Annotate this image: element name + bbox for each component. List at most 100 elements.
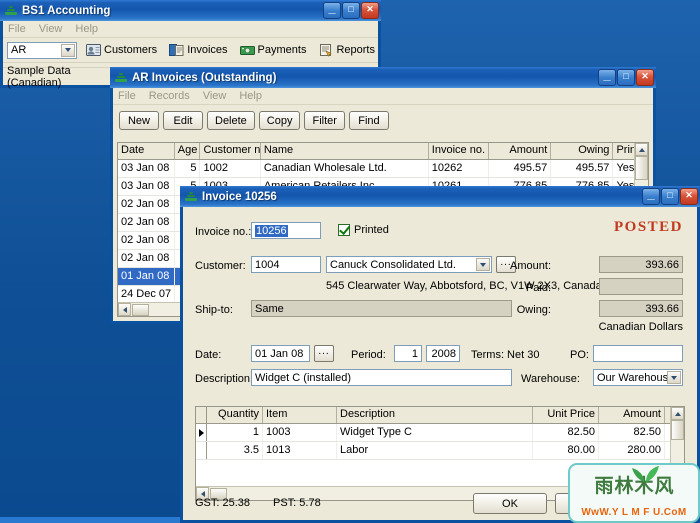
toolbar-reports-button[interactable]: Reports <box>315 42 378 58</box>
cell-item: 1003 <box>263 424 337 441</box>
row-marker[interactable] <box>196 442 207 459</box>
description-label: Description: <box>195 373 254 385</box>
scroll-up-icon[interactable] <box>635 143 648 156</box>
cell-date: 02 Jan 08 <box>118 196 175 213</box>
maximize-button[interactable]: □ <box>617 69 635 86</box>
table-row[interactable]: 03 Jan 08 5 1002 Canadian Wholesale Ltd. 102… <box>118 160 648 178</box>
edit-button[interactable]: Edit <box>163 111 203 130</box>
menu-records[interactable]: Records <box>149 90 190 102</box>
date-label: Date: <box>195 349 222 361</box>
ar-window-controls: _ □ ✕ <box>598 68 654 86</box>
cell-quantity: 1 <box>207 424 263 441</box>
close-icon[interactable]: ✕ <box>361 2 379 19</box>
ar-action-toolbar: New Edit Delete Copy Filter Find <box>113 105 653 133</box>
scroll-left-icon[interactable] <box>118 303 131 316</box>
cell-description: Labor <box>337 442 533 459</box>
delete-button[interactable]: Delete <box>207 111 255 130</box>
toolbar-invoices-label: Invoices <box>187 44 228 56</box>
maximize-button[interactable]: □ <box>661 188 679 205</box>
menu-help[interactable]: Help <box>75 23 98 35</box>
period-number-input[interactable]: 1 <box>394 345 422 362</box>
find-button[interactable]: Find <box>348 111 389 130</box>
cell-date: 24 Dec 07 <box>118 286 175 303</box>
paid-value <box>599 278 683 295</box>
minimize-button[interactable]: _ <box>642 187 660 205</box>
toolbar-customers-label: Customers <box>104 44 158 56</box>
watermark-url: WwW.Y L M F U.CoM <box>581 507 687 518</box>
bs1-window-title: BS1 Accounting <box>22 4 111 17</box>
module-select[interactable]: AR <box>7 41 77 59</box>
toolbar-payments-button[interactable]: Payments <box>237 42 310 58</box>
invoice-titlebar[interactable]: Invoice 10256 _ □ ✕ <box>180 186 700 207</box>
maximize-button[interactable]: □ <box>342 2 360 19</box>
cell-date: 02 Jan 08 <box>118 232 175 249</box>
invoice-no-value: 10256 <box>255 225 288 237</box>
period-year-input[interactable]: 2008 <box>426 345 460 362</box>
ar-titlebar[interactable]: AR Invoices (Outstanding) _ □ ✕ <box>110 67 656 88</box>
cell-date: 02 Jan 08 <box>118 250 175 267</box>
scroll-thumb-horizontal[interactable] <box>132 303 149 316</box>
scroll-thumb[interactable] <box>671 420 684 440</box>
cell-amount: 280.00 <box>599 442 665 459</box>
minimize-button[interactable]: _ <box>323 1 341 19</box>
invoice-window-controls: _ □ ✕ <box>642 187 698 205</box>
po-label: PO: <box>570 349 589 361</box>
terms-label: Terms: Net 30 <box>471 349 540 361</box>
column-header-amount[interactable]: Amount <box>489 143 552 159</box>
menu-file[interactable]: File <box>8 23 26 35</box>
menu-help[interactable]: Help <box>239 90 262 102</box>
column-header-age[interactable]: Age <box>175 143 201 159</box>
warehouse-select[interactable]: Our Warehouse <box>593 369 683 386</box>
scroll-up-icon[interactable] <box>671 407 684 420</box>
table-row[interactable]: 1 1003 Widget Type C 82.50 82.50 <box>196 424 684 442</box>
filter-button[interactable]: Filter <box>304 111 345 130</box>
printed-checkbox[interactable] <box>338 224 350 236</box>
shipto-value: Same <box>251 300 512 317</box>
close-icon[interactable]: ✕ <box>636 69 654 86</box>
minimize-button[interactable]: _ <box>598 68 616 86</box>
ok-button[interactable]: OK <box>473 493 547 514</box>
chevron-down-icon[interactable] <box>61 43 75 57</box>
invoices-icon <box>169 43 184 57</box>
date-input[interactable]: 01 Jan 08 <box>251 345 310 362</box>
column-header-customer-no[interactable]: Customer no. <box>200 143 261 159</box>
current-row-arrow-icon[interactable] <box>196 424 207 441</box>
menu-file[interactable]: File <box>118 90 136 102</box>
table-row[interactable]: 3.5 1013 Labor 80.00 280.00 <box>196 442 684 460</box>
menu-view[interactable]: View <box>203 90 227 102</box>
paid-label: Paid: <box>525 282 551 294</box>
cell-amount: 82.50 <box>599 424 665 441</box>
cell-unit-price: 82.50 <box>533 424 599 441</box>
copy-button[interactable]: Copy <box>258 111 301 130</box>
pyramid-icon <box>184 190 198 204</box>
watermark: 雨林木风 WwW.Y L M F U.CoM <box>568 463 700 523</box>
customer-no-input[interactable]: 1004 <box>251 256 321 273</box>
column-header-date[interactable]: Date <box>118 143 175 159</box>
chevron-down-icon[interactable] <box>476 258 490 271</box>
menu-view[interactable]: View <box>39 23 63 35</box>
warehouse-label: Warehouse: <box>521 373 580 385</box>
scroll-thumb[interactable] <box>635 156 648 180</box>
status-badge: POSTED <box>613 219 683 235</box>
close-icon[interactable]: ✕ <box>680 188 698 205</box>
column-header-unit-price[interactable]: Unit Price <box>533 407 599 423</box>
amount-value: 393.66 <box>599 256 683 273</box>
column-header-quantity[interactable]: Quantity <box>207 407 263 423</box>
printed-checkbox-group[interactable]: Printed <box>338 224 389 236</box>
column-header-owing[interactable]: Owing <box>551 143 614 159</box>
toolbar-invoices-button[interactable]: Invoices <box>166 42 230 58</box>
column-header-invoice-no[interactable]: Invoice no. <box>429 143 490 159</box>
date-picker-button[interactable]: ... <box>314 345 334 362</box>
new-button[interactable]: New <box>119 111 159 130</box>
invoice-no-input[interactable]: 10256 <box>251 222 321 239</box>
customer-name-select[interactable]: Canuck Consolidated Ltd. <box>326 256 492 273</box>
column-header-name[interactable]: Name <box>261 143 429 159</box>
description-input[interactable]: Widget C (installed) <box>251 369 512 386</box>
toolbar-customers-button[interactable]: Customers <box>83 42 160 58</box>
column-header-item[interactable]: Item <box>263 407 337 423</box>
column-header-description[interactable]: Description <box>337 407 533 423</box>
column-header-amount[interactable]: Amount <box>599 407 665 423</box>
chevron-down-icon[interactable] <box>667 371 681 384</box>
bs1-titlebar[interactable]: BS1 Accounting _ □ ✕ <box>0 0 381 21</box>
po-input[interactable] <box>593 345 683 362</box>
